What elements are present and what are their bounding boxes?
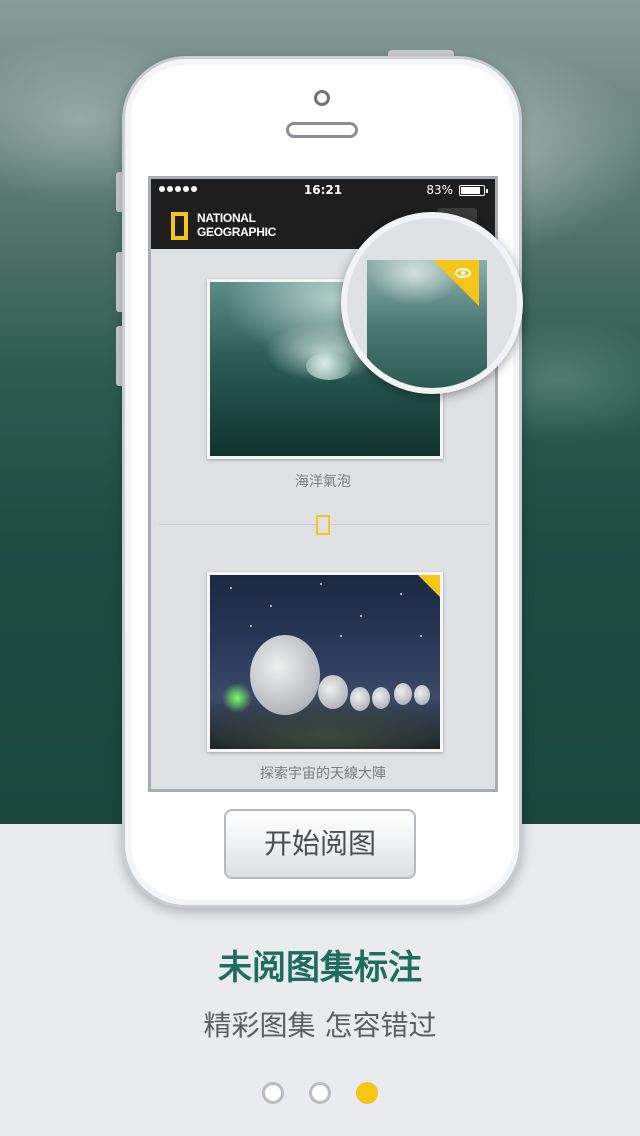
unread-tag-icon	[433, 260, 479, 306]
yellow-frame-icon	[316, 515, 330, 535]
feature-subtitle: 精彩图集 怎容错过	[203, 1009, 437, 1042]
gallery-card-antenna[interactable]	[207, 572, 443, 752]
brand-line-2: GEOGRAPHIC	[197, 225, 277, 239]
gallery-caption: 探索宇宙的天線大陣	[260, 766, 386, 782]
status-bar: 16:21 83%	[151, 179, 495, 201]
earpiece-speaker	[286, 122, 358, 138]
antenna-dish	[350, 687, 370, 711]
antenna-array-photo	[210, 575, 440, 749]
page-dot[interactable]	[262, 1082, 284, 1104]
antenna-dish	[372, 687, 390, 709]
page-dot[interactable]	[356, 1082, 378, 1104]
feature-title: 未阅图集标注	[218, 948, 422, 988]
antenna-dish	[250, 635, 320, 715]
antenna-dish	[394, 683, 412, 705]
battery-percent: 83%	[426, 183, 453, 197]
page-indicator	[262, 1082, 378, 1106]
national-geographic-logo-icon	[171, 212, 188, 240]
brand-wordmark: NATIONAL GEOGRAPHIC	[197, 211, 276, 239]
page-dot[interactable]	[309, 1082, 331, 1104]
front-camera	[314, 90, 330, 106]
antenna-dish	[318, 675, 348, 709]
gallery-caption: 海洋氣泡	[295, 474, 351, 490]
eye-icon	[455, 268, 471, 278]
magnifier-callout	[341, 212, 523, 394]
start-reading-button[interactable]: 开始阅图	[224, 809, 416, 879]
green-light	[222, 683, 252, 713]
antenna-dish	[414, 685, 430, 705]
battery-icon	[459, 185, 488, 196]
unread-tag-icon	[418, 575, 440, 597]
brand-line-1: NATIONAL	[197, 211, 256, 225]
bubble-ring	[306, 352, 352, 380]
